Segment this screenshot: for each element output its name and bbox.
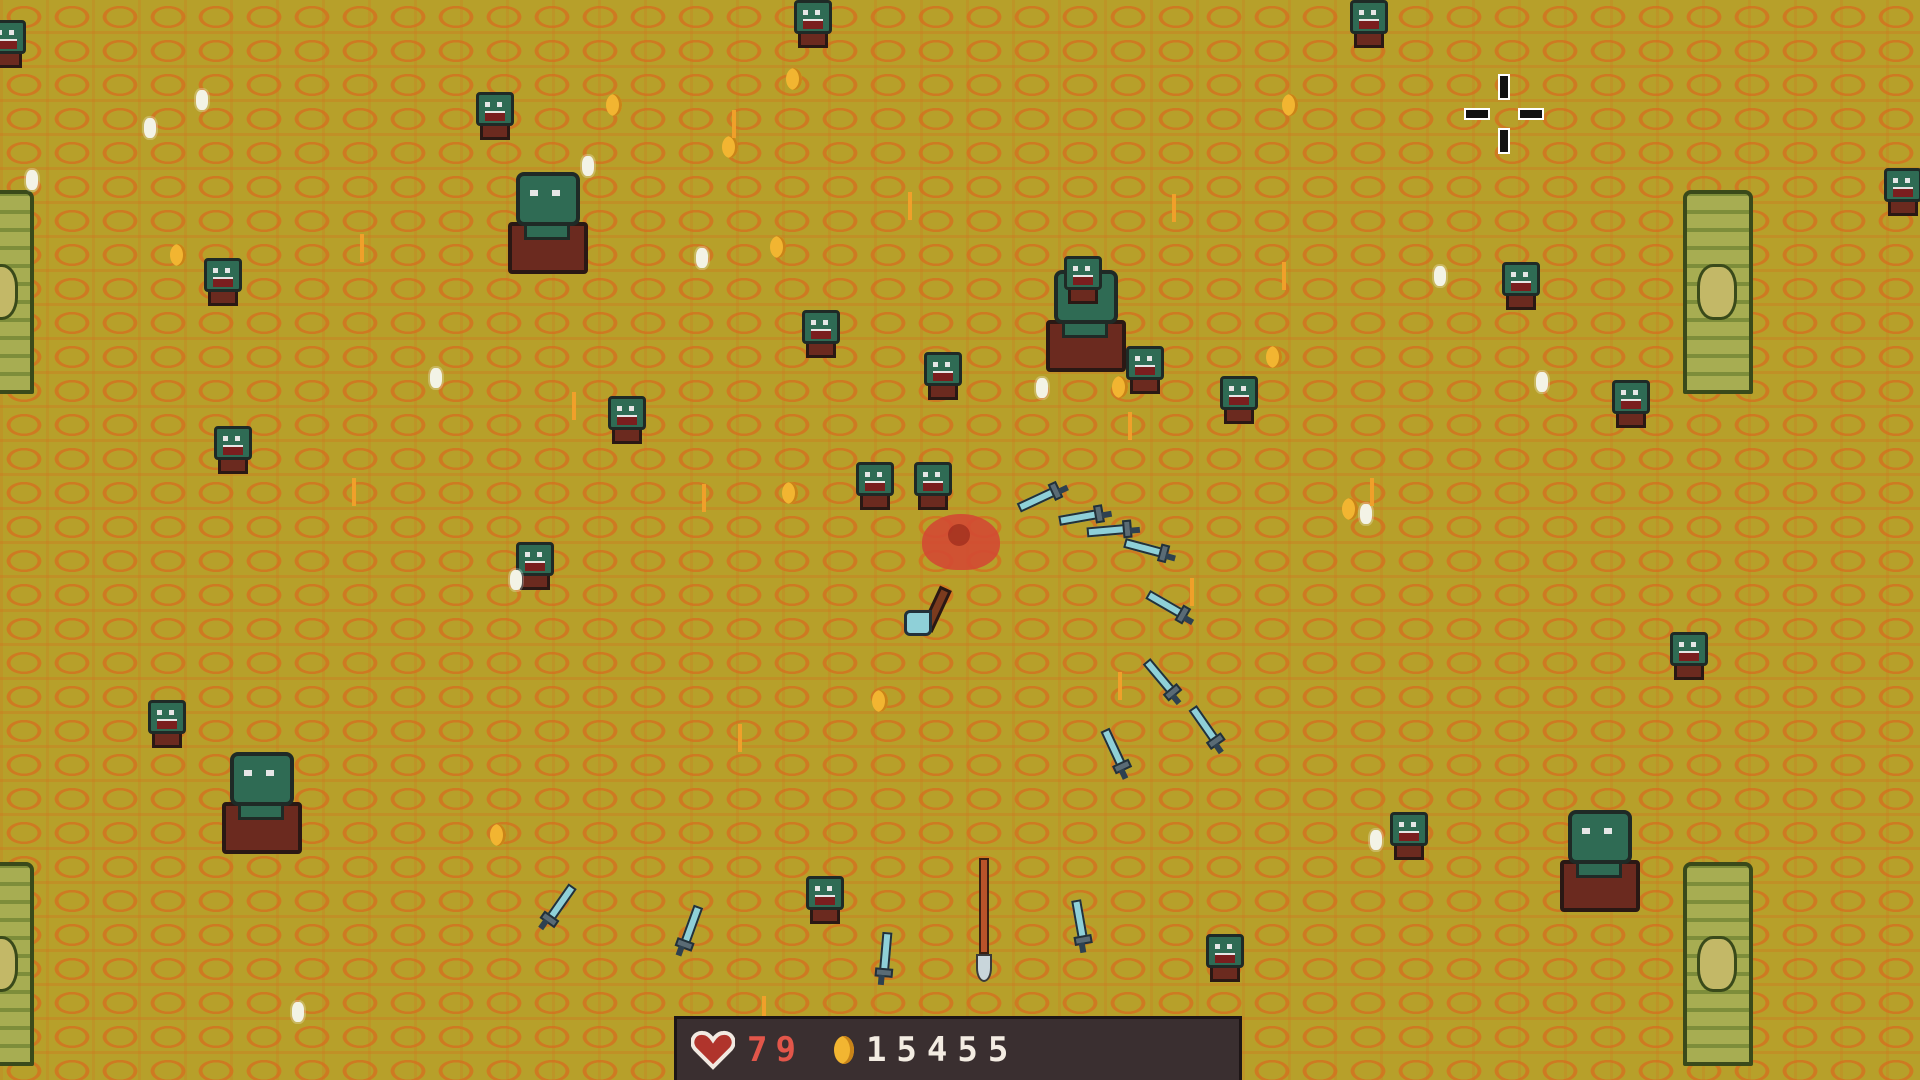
goblin-enemy[interactable] xyxy=(920,352,962,400)
coin-drop xyxy=(170,244,186,266)
dagger-projectile xyxy=(1140,658,1187,710)
goblin-enemy[interactable] xyxy=(852,462,894,510)
goblin-enemy[interactable] xyxy=(1386,812,1428,860)
coin-drop xyxy=(770,236,786,258)
xp-gem xyxy=(144,118,156,138)
dagger-projectile xyxy=(1185,705,1229,759)
spark xyxy=(732,110,736,138)
spark xyxy=(572,392,576,420)
spark xyxy=(738,724,742,752)
goblin-enemy[interactable] xyxy=(472,92,514,140)
xp-gem xyxy=(430,368,442,388)
goblin-enemy[interactable] xyxy=(1216,376,1258,424)
xp-gem xyxy=(582,156,594,176)
goblin-enemy[interactable] xyxy=(604,396,646,444)
axe-weapon xyxy=(902,584,952,640)
dagger-projectile xyxy=(671,903,704,960)
coin-icon xyxy=(833,1035,854,1064)
dagger-projectile xyxy=(874,931,894,988)
game-playfield[interactable] xyxy=(0,0,1920,1080)
xp-gem xyxy=(26,170,38,190)
goblin-enemy[interactable] xyxy=(1122,346,1164,394)
goblin-enemy[interactable] xyxy=(910,462,952,510)
goblin-enemy[interactable] xyxy=(1346,0,1388,48)
xp-gem xyxy=(510,570,522,590)
goblin-enemy[interactable] xyxy=(210,426,252,474)
goblin-enemy[interactable] xyxy=(790,0,832,48)
goblin-enemy[interactable] xyxy=(802,876,844,924)
heart-icon xyxy=(690,1030,736,1070)
goblin-enemy[interactable] xyxy=(1608,380,1650,428)
coin-drop xyxy=(786,68,802,90)
dagger-projectile xyxy=(1067,899,1093,957)
dagger-projectile xyxy=(533,881,577,935)
goblin-enemy[interactable] xyxy=(200,258,242,306)
ogre-enemy[interactable] xyxy=(218,752,302,854)
xp-gem xyxy=(1434,266,1446,286)
goblin-enemy[interactable] xyxy=(1880,168,1920,216)
spark xyxy=(1370,478,1374,506)
spark xyxy=(1282,262,1286,290)
coin-drop xyxy=(1282,94,1298,116)
health-value: 79 xyxy=(747,1029,804,1070)
gold-value: 15455 xyxy=(865,1029,1019,1070)
goblin-enemy[interactable] xyxy=(1060,256,1102,304)
goblin-enemy[interactable] xyxy=(798,310,840,358)
spark xyxy=(1190,578,1194,606)
goblin-enemy[interactable] xyxy=(0,20,26,68)
ogre-enemy[interactable] xyxy=(504,172,588,274)
coin-drop xyxy=(872,690,888,712)
ogre-enemy[interactable] xyxy=(1556,810,1640,912)
coin-drop xyxy=(1266,346,1282,368)
spark xyxy=(702,484,706,512)
spark xyxy=(1172,194,1176,222)
xp-gem xyxy=(292,1002,304,1022)
goblin-enemy[interactable] xyxy=(1498,262,1540,310)
spark xyxy=(1128,412,1132,440)
crosshair-icon xyxy=(1464,74,1544,154)
xp-gem xyxy=(1036,378,1048,398)
dagger-projectile xyxy=(1097,727,1133,785)
totem-pillar xyxy=(0,190,34,394)
xp-gem xyxy=(196,90,208,110)
spark xyxy=(908,192,912,220)
xp-gem xyxy=(696,248,708,268)
coin-drop xyxy=(722,136,738,158)
spark xyxy=(352,478,356,506)
coin-drop xyxy=(490,824,506,846)
hud-bar: 79 15455 xyxy=(674,1016,1242,1080)
totem-pillar xyxy=(0,862,34,1066)
goblin-enemy[interactable] xyxy=(1202,934,1244,982)
totem-pillar xyxy=(1683,190,1753,394)
goblin-enemy[interactable] xyxy=(144,700,186,748)
coin-drop xyxy=(606,94,622,116)
xp-gem xyxy=(1360,504,1372,524)
dagger-projectile xyxy=(1016,480,1074,516)
coin-drop xyxy=(1112,376,1128,398)
spark xyxy=(1118,672,1122,700)
dagger-projectile xyxy=(1086,519,1143,542)
coin-drop xyxy=(1342,498,1358,520)
spear-weapon xyxy=(974,858,992,982)
blood-splat xyxy=(922,514,1000,570)
totem-pillar xyxy=(1683,862,1753,1066)
xp-gem xyxy=(1536,372,1548,392)
xp-gem xyxy=(1370,830,1382,850)
spark xyxy=(360,234,364,262)
coin-drop xyxy=(782,482,798,504)
dagger-projectile xyxy=(1122,537,1180,566)
goblin-enemy[interactable] xyxy=(1666,632,1708,680)
